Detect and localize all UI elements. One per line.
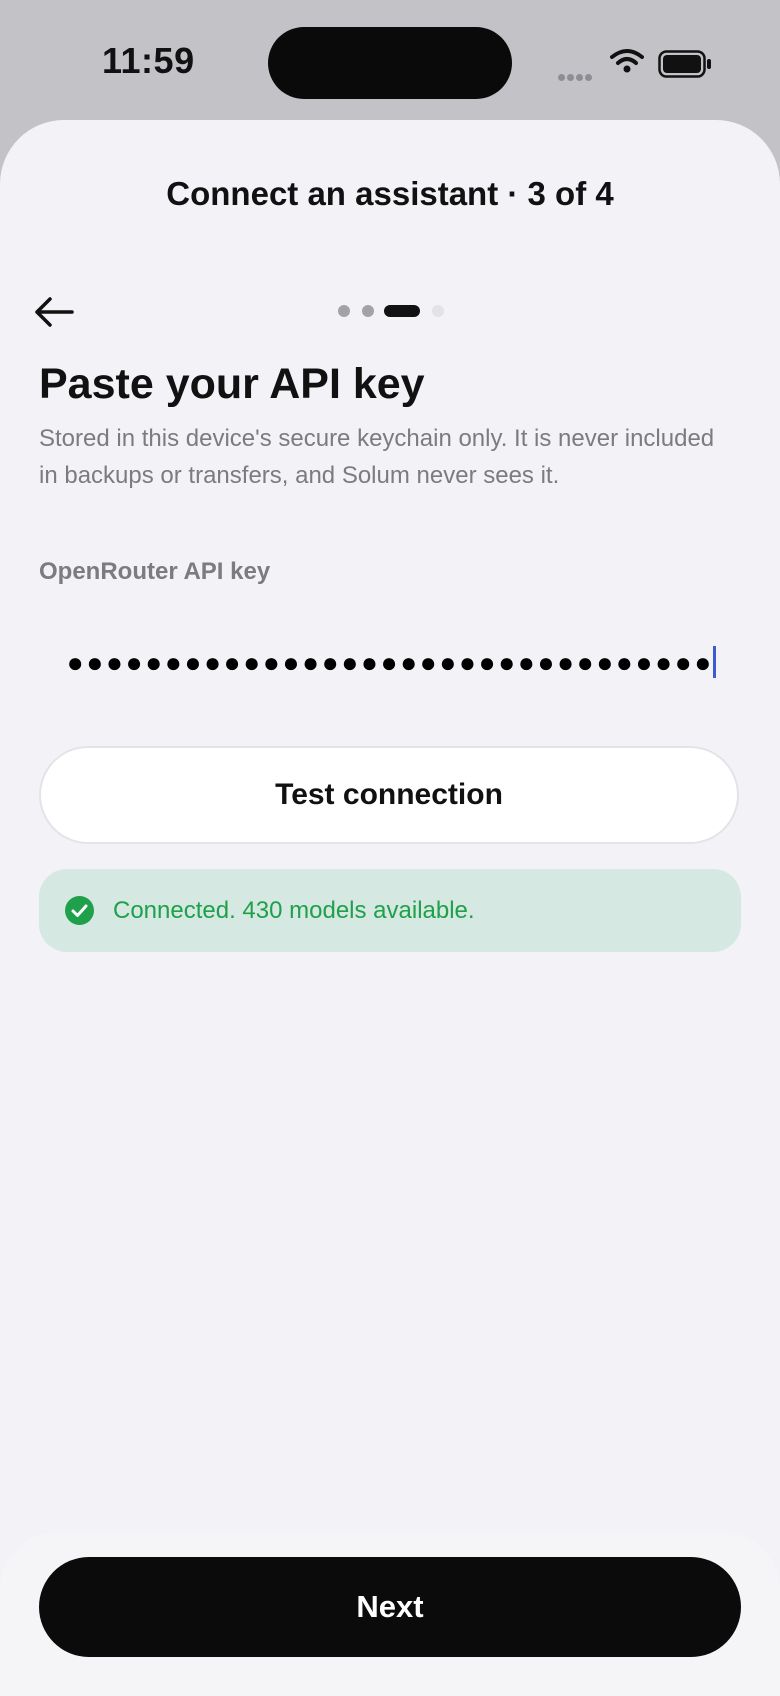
test-connection-button[interactable]: Test connection — [39, 746, 739, 844]
page-description: Stored in this device's secure keychain … — [39, 425, 715, 489]
arrow-left-icon[interactable] — [30, 288, 78, 336]
step-dot-active — [384, 305, 420, 317]
step-dot — [362, 305, 374, 317]
step-dot — [338, 305, 350, 317]
status-time: 11:59 — [102, 40, 195, 81]
battery-icon — [658, 50, 712, 83]
text-caret — [713, 646, 716, 678]
wifi-icon — [610, 48, 644, 79]
sheet-title: Connect an assistant · 3 of 4 — [166, 175, 614, 212]
page-heading: Paste your API key — [39, 360, 425, 408]
next-button[interactable]: Next — [39, 1557, 741, 1657]
step-dot — [432, 305, 444, 317]
connection-status-text: Connected. 430 models available. — [113, 897, 475, 924]
api-key-label: OpenRouter API key — [39, 558, 271, 585]
api-key-value: ●●●●●●●●●●●●●●●●●●●●●●●●●●●●●●●●●●●● — [64, 647, 714, 678]
dynamic-island — [268, 27, 512, 99]
api-key-input[interactable]: ●●●●●●●●●●●●●●●●●●●●●●●●●●●●●●●●●●●● — [39, 620, 741, 706]
signal-icon — [558, 68, 594, 86]
checkmark-circle-icon — [65, 896, 94, 925]
status-bar: 11:59 — [0, 0, 780, 120]
connection-status-banner: Connected. 430 models available. — [39, 869, 741, 952]
onboarding-sheet: Connect an assistant · 3 of 4 Paste your… — [0, 120, 780, 1696]
